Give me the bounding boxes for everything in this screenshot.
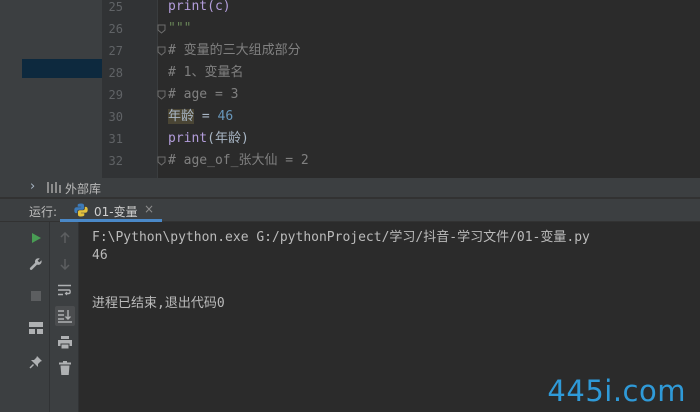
code-text: 年龄 = 46 bbox=[168, 106, 233, 128]
wrench-icon bbox=[29, 258, 42, 270]
stop-icon bbox=[31, 291, 41, 301]
scroll-up-button[interactable] bbox=[55, 228, 75, 248]
external-libraries-node[interactable]: › 外部库 bbox=[0, 178, 700, 197]
run-toolbar-primary bbox=[22, 222, 49, 412]
tab-label: 01-变量 bbox=[94, 205, 138, 219]
console-exit-message: 进程已结束,退出代码0 bbox=[92, 296, 225, 311]
code-line[interactable]: 32 # age_of_张大仙 = 2 bbox=[102, 150, 700, 172]
line-number: 31 bbox=[108, 132, 123, 146]
run-toolbar-secondary bbox=[49, 222, 79, 412]
line-number: 30 bbox=[108, 110, 123, 124]
code-token: = bbox=[194, 109, 218, 124]
code-text: print(c) bbox=[168, 0, 231, 18]
external-libraries-label: 外部库 bbox=[65, 182, 102, 196]
scroll-to-end-button[interactable] bbox=[55, 306, 75, 326]
scroll-to-end-icon bbox=[58, 310, 72, 323]
code-token: print bbox=[168, 131, 208, 146]
code-text: # 变量的三大组成部分 bbox=[168, 40, 301, 62]
chevron-right-icon[interactable]: › bbox=[30, 179, 35, 194]
code-line[interactable]: 26 """ bbox=[102, 18, 700, 40]
code-token: 年龄 bbox=[168, 109, 195, 124]
console-command-line: F:\Python\python.exe G:/pythonProject/学习… bbox=[92, 230, 590, 245]
scroll-down-button[interactable] bbox=[55, 254, 75, 274]
tab-01-variable[interactable]: 01-变量 × bbox=[60, 199, 162, 222]
line-number: 29 bbox=[108, 88, 123, 102]
run-label: 运行: bbox=[29, 205, 58, 219]
line-number: 27 bbox=[108, 44, 123, 58]
code-token: # 变量的三大组成部分 bbox=[168, 43, 301, 58]
code-line[interactable]: 29 # age = 3 bbox=[102, 84, 700, 106]
code-text: """ bbox=[168, 18, 191, 40]
code-text: # 1、变量名 bbox=[168, 62, 243, 84]
fold-marker-icon[interactable] bbox=[157, 46, 166, 56]
code-line[interactable]: 25 print(c) bbox=[102, 0, 700, 18]
clear-all-button[interactable] bbox=[55, 358, 75, 378]
code-token: # age = 3 bbox=[168, 87, 239, 102]
print-button[interactable] bbox=[55, 332, 75, 352]
soft-wrap-icon bbox=[58, 284, 71, 295]
code-token: # 1、变量名 bbox=[168, 65, 244, 80]
run-tool-header: 运行: 01-变量 × bbox=[0, 199, 700, 222]
project-tree-selection[interactable] bbox=[22, 59, 102, 78]
soft-wrap-button[interactable] bbox=[55, 280, 75, 300]
arrow-down-icon bbox=[60, 259, 70, 270]
line-number: 32 bbox=[108, 154, 123, 168]
line-number: 28 bbox=[108, 66, 123, 80]
console-output-value: 46 bbox=[92, 248, 108, 263]
code-line[interactable]: 27 # 变量的三大组成部分 bbox=[102, 40, 700, 62]
code-line[interactable]: 30 年龄 = 46 bbox=[102, 106, 700, 128]
left-tool-strip bbox=[0, 222, 22, 412]
library-icon bbox=[47, 182, 61, 193]
code-line[interactable]: 31 print(年龄) bbox=[102, 128, 700, 150]
code-token: # age_of_张大仙 = 2 bbox=[168, 153, 309, 168]
code-token: 46 bbox=[217, 109, 234, 124]
arrow-up-icon bbox=[60, 232, 70, 243]
fold-marker-icon[interactable] bbox=[157, 24, 166, 34]
code-text: # age_of_张大仙 = 2 bbox=[168, 150, 309, 172]
rerun-button[interactable] bbox=[26, 228, 46, 248]
fold-marker-icon[interactable] bbox=[157, 90, 166, 100]
close-tab-icon[interactable]: × bbox=[144, 202, 154, 216]
pin-tab-button[interactable] bbox=[26, 352, 46, 372]
project-tool-panel bbox=[0, 0, 102, 178]
layout-icon bbox=[29, 322, 43, 334]
code-token: """ bbox=[168, 21, 192, 36]
code-text: # age = 3 bbox=[168, 84, 238, 106]
stop-button[interactable] bbox=[26, 286, 46, 306]
fold-marker-icon[interactable] bbox=[157, 156, 166, 166]
line-number: 25 bbox=[108, 0, 123, 14]
site-watermark: 445i.com bbox=[547, 374, 686, 408]
play-icon bbox=[32, 233, 41, 243]
code-text: print(年龄) bbox=[168, 128, 249, 150]
code-line[interactable]: 28 # 1、变量名 bbox=[102, 62, 700, 84]
printer-icon bbox=[58, 335, 72, 349]
trash-icon bbox=[59, 361, 71, 375]
code-token: (年龄) bbox=[207, 131, 249, 146]
python-icon bbox=[74, 203, 88, 217]
code-token: print bbox=[168, 0, 208, 14]
pin-icon bbox=[29, 356, 42, 369]
line-number: 26 bbox=[108, 22, 123, 36]
edit-config-button[interactable] bbox=[26, 254, 46, 274]
code-token: (c) bbox=[207, 0, 231, 14]
layout-button[interactable] bbox=[26, 318, 46, 338]
